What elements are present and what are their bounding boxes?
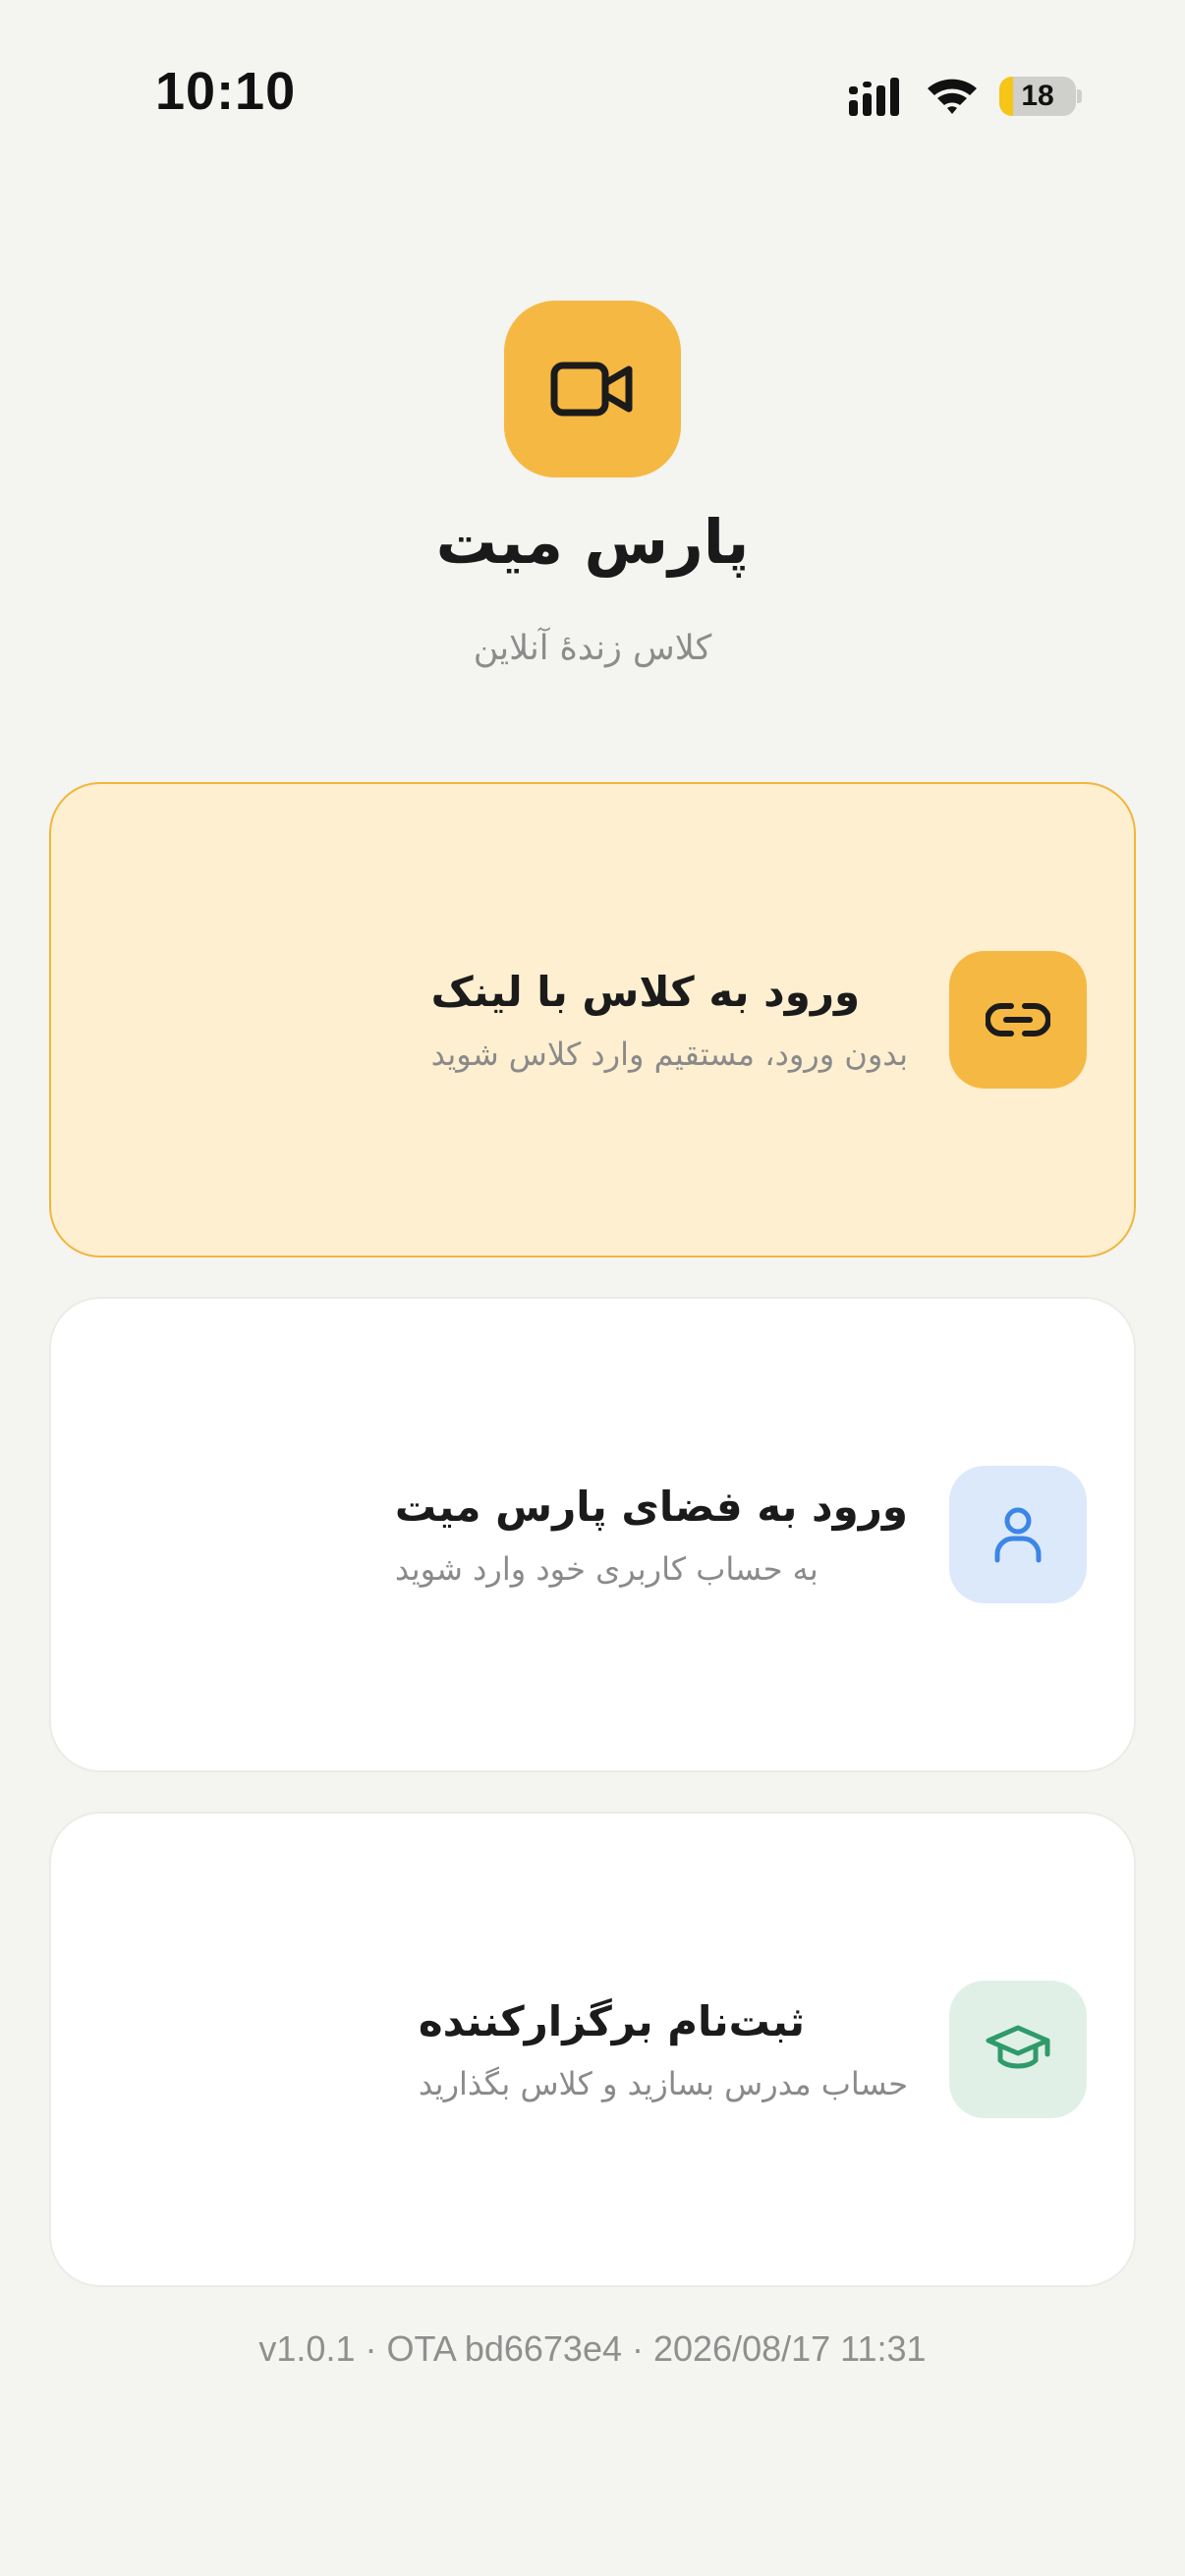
card-text: ورود به کلاس با لینک بدون ورود، مستقیم و… xyxy=(431,784,908,1256)
battery-percent: 18 xyxy=(1021,80,1054,112)
login-account-card[interactable]: ورود به فضای پارس میت به حساب کاربری خود… xyxy=(49,1297,1136,1772)
app-logo xyxy=(504,301,681,477)
card-title: ورود به کلاس با لینک xyxy=(430,967,861,1016)
video-camera-icon xyxy=(550,362,633,417)
card-description: بدون ورود، مستقیم وارد کلاس شوید xyxy=(430,1035,908,1073)
cellular-signal-icon xyxy=(849,78,899,116)
card-title: ورود به فضای پارس میت xyxy=(394,1482,908,1531)
card-title: ثبت‌نام برگزارکننده xyxy=(418,1996,805,2045)
battery-indicator: 18 xyxy=(999,77,1076,116)
link-icon xyxy=(986,1003,1050,1036)
card-text: ثبت‌نام برگزارکننده حساب مدرس بسازید و ک… xyxy=(419,1814,908,2285)
graduation-cap-icon-badge xyxy=(949,1981,1087,2118)
app-subtitle: کلاس زندهٔ آنلاین xyxy=(473,629,712,668)
register-organizer-card[interactable]: ثبت‌نام برگزارکننده حساب مدرس بسازید و ک… xyxy=(49,1812,1136,2287)
status-bar: 10:10 18 xyxy=(0,0,1185,187)
wifi-icon xyxy=(928,79,977,114)
battery-tip xyxy=(1077,89,1082,103)
link-icon-badge xyxy=(949,951,1087,1089)
join-class-by-link-card[interactable]: ورود به کلاس با لینک بدون ورود، مستقیم و… xyxy=(49,782,1136,1258)
version-info: v1.0.1 · OTA bd6673e4 · 2026/08/17 11:31 xyxy=(258,2328,927,2369)
user-icon xyxy=(994,1507,1042,1563)
graduation-cap-icon xyxy=(986,2025,1050,2069)
status-time: 10:10 xyxy=(155,62,297,121)
user-icon-badge xyxy=(949,1466,1087,1603)
card-description: حساب مدرس بسازید و کلاس بگذارید xyxy=(418,2064,908,2102)
app-title: پارس میت xyxy=(435,506,750,578)
card-text: ورود به فضای پارس میت به حساب کاربری خود… xyxy=(395,1299,908,1770)
card-description: به حساب کاربری خود وارد شوید xyxy=(394,1549,818,1588)
